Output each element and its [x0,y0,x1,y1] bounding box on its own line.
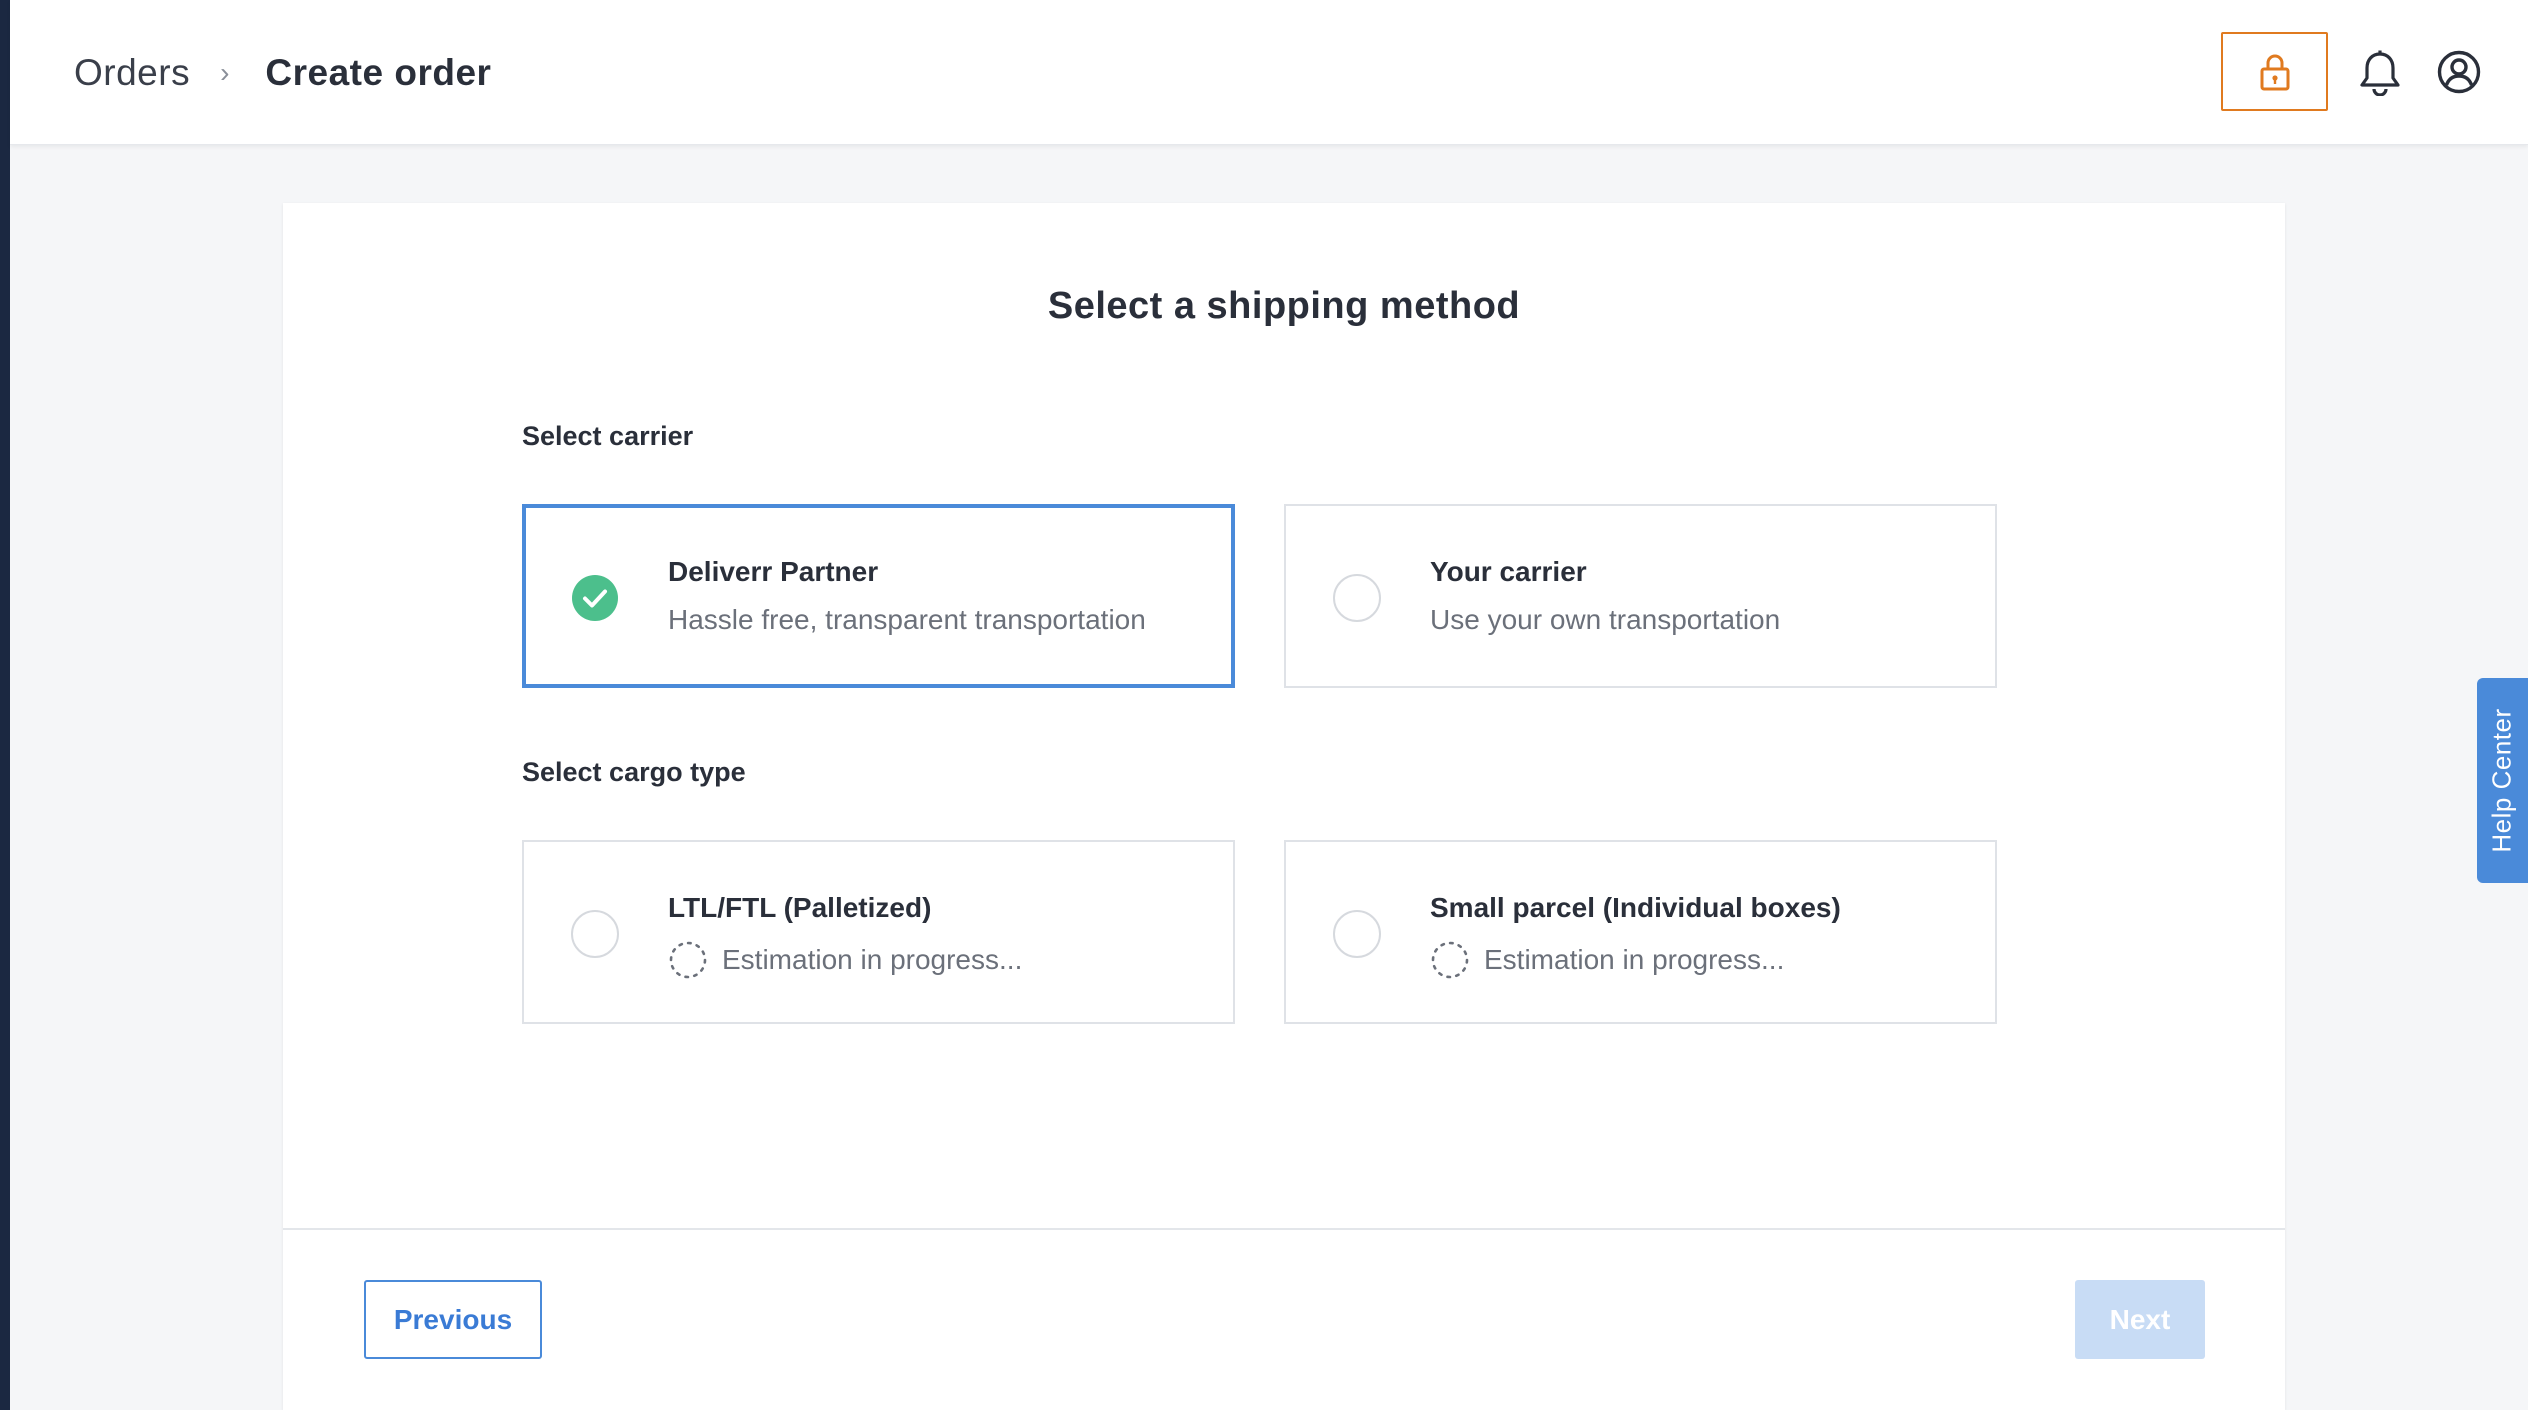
cargo-section-label: Select cargo type [522,757,746,787]
cargo-option-ltl-ftl[interactable]: LTL/FTL (Palletized) Estimation in progr… [522,840,1235,1024]
radio-button[interactable] [571,910,619,958]
bell-icon[interactable] [2358,50,2402,96]
option-title: Deliverr Partner [668,556,879,587]
option-title: LTL/FTL (Palletized) [668,892,932,923]
breadcrumb-separator: › [220,56,230,88]
breadcrumb: Orders › Create order [74,0,491,145]
carrier-option-your-carrier[interactable]: Your carrier Use your own transportation [1284,504,1997,688]
lock-icon [2260,54,2289,90]
help-center-label: Help Center [2487,708,2518,853]
option-description: Use your own transportation [1430,604,1781,635]
option-title: Your carrier [1430,556,1587,587]
page-title: Create order [265,51,492,93]
option-title: Small parcel (Individual boxes) [1430,892,1841,923]
radio-button[interactable] [1333,574,1381,622]
previous-button[interactable]: Previous [364,1280,542,1359]
cargo-option-small-parcel[interactable]: Small parcel (Individual boxes) Estimati… [1284,840,1997,1024]
loading-spinner-icon [669,941,707,979]
top-bar: Orders › Create order [10,0,2528,145]
breadcrumb-orders-link[interactable]: Orders [74,52,190,94]
help-center-tab[interactable]: Help Center [2477,678,2528,883]
loading-spinner-icon [1431,941,1469,979]
footer-divider [283,1228,2285,1230]
check-circle-icon [572,575,618,621]
carrier-option-deliverr-partner[interactable]: Deliverr Partner Hassle free, transparen… [522,504,1235,688]
lock-button[interactable] [2221,32,2328,111]
card-title: Select a shipping method [1047,285,1521,327]
carrier-section-label: Select carrier [522,421,694,451]
account-icon[interactable] [2437,50,2481,94]
option-description: Hassle free, transparent transportation [668,604,1146,635]
radio-button[interactable] [1333,910,1381,958]
app-left-rail [0,0,10,1410]
estimation-status-text: Estimation in progress... [722,944,1023,975]
next-button[interactable]: Next [2075,1280,2205,1359]
estimation-status-text: Estimation in progress... [1484,944,1785,975]
estimation-status: Estimation in progress... [668,940,1022,980]
estimation-status: Estimation in progress... [1430,940,1784,980]
